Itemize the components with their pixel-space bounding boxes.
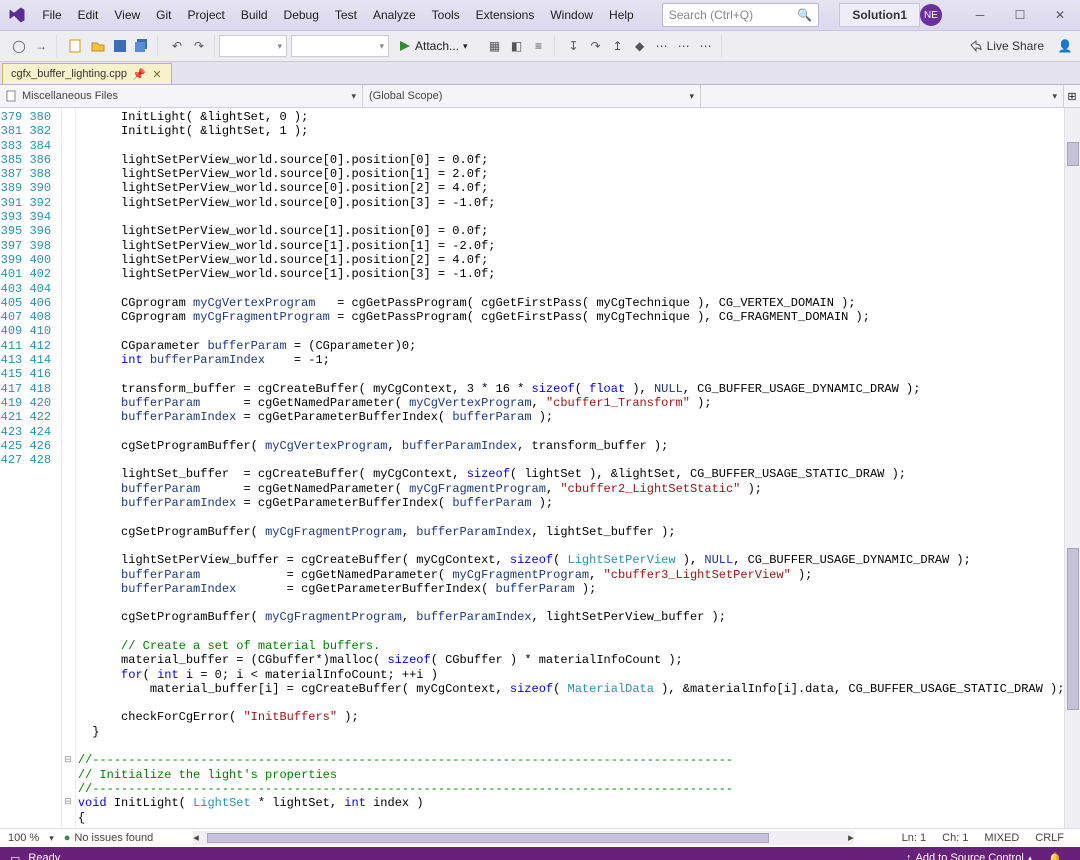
hscroll-thumb[interactable] bbox=[207, 833, 769, 843]
nav-member-dropdown[interactable]: ▾ bbox=[701, 85, 1064, 107]
minimize-button[interactable]: ─ bbox=[960, 0, 1000, 30]
zoom-level[interactable]: 100 % bbox=[8, 832, 39, 844]
vertical-scrollbar[interactable] bbox=[1064, 108, 1080, 828]
menu-git[interactable]: Git bbox=[148, 3, 179, 27]
document-tab-strip: cgfx_buffer_lighting.cpp 📌 ✕ bbox=[0, 62, 1080, 85]
main-menu: FileEditViewGitProjectBuildDebugTestAnal… bbox=[34, 3, 641, 27]
step-over-icon[interactable]: ↷ bbox=[585, 35, 607, 57]
code-area[interactable]: InitLight( &lightSet, 0 ); InitLight( &l… bbox=[76, 108, 1065, 828]
editor-status-line: 100 % ▾ ● No issues found ◂ ▸ Ln: 1 Ch: … bbox=[0, 828, 1080, 847]
play-icon bbox=[399, 40, 411, 52]
menu-debug[interactable]: Debug bbox=[276, 3, 327, 27]
source-control-label: Add to Source Control bbox=[916, 852, 1024, 860]
vs-logo-icon bbox=[6, 1, 28, 29]
menu-help[interactable]: Help bbox=[601, 3, 642, 27]
open-button[interactable] bbox=[87, 35, 109, 57]
menu-view[interactable]: View bbox=[106, 3, 148, 27]
liveshare-label: Live Share bbox=[987, 39, 1044, 53]
line-number-gutter: 379 380 381 382 383 384 385 386 387 388 … bbox=[0, 108, 62, 828]
indent-indicator[interactable]: MIXED bbox=[984, 832, 1019, 844]
search-input[interactable]: Search (Ctrl+Q) 🔍 bbox=[662, 3, 820, 27]
tb-icon-9[interactable]: ⋯ bbox=[695, 35, 717, 57]
tb-icon-3[interactable]: ≡ bbox=[528, 35, 550, 57]
issues-label[interactable]: No issues found bbox=[74, 832, 153, 844]
scroll-thumb[interactable] bbox=[1067, 548, 1079, 710]
undo-button[interactable]: ↶ bbox=[166, 35, 188, 57]
menu-test[interactable]: Test bbox=[327, 3, 365, 27]
pin-icon[interactable]: 📌 bbox=[133, 68, 145, 80]
title-bar: FileEditViewGitProjectBuildDebugTestAnal… bbox=[0, 0, 1080, 31]
saveall-button[interactable] bbox=[131, 35, 153, 57]
nav-back-button[interactable]: ◯ bbox=[8, 35, 30, 57]
redo-button[interactable]: ↷ bbox=[188, 35, 210, 57]
nav-fwd-button[interactable]: → bbox=[30, 35, 52, 57]
issues-ok-icon: ● bbox=[64, 832, 71, 844]
toolbar: ◯ → ↶ ↷ ▾ ▾ Attach... ▾ ▦ ◧ ≡ ↧ ↷ ↥ ◆ ⋯ … bbox=[0, 31, 1080, 62]
fold-handle[interactable]: ⊟ bbox=[64, 796, 72, 807]
menu-analyze[interactable]: Analyze bbox=[365, 3, 424, 27]
account-icon[interactable]: 👤 bbox=[1054, 35, 1076, 57]
liveshare-icon bbox=[969, 39, 983, 53]
step-out-icon[interactable]: ↥ bbox=[607, 35, 629, 57]
menu-window[interactable]: Window bbox=[542, 3, 601, 27]
tb-icon-2[interactable]: ◧ bbox=[506, 35, 528, 57]
menu-extensions[interactable]: Extensions bbox=[468, 3, 543, 27]
nav-project-label: Miscellaneous Files bbox=[22, 90, 118, 102]
tb-icon-1[interactable]: ▦ bbox=[484, 35, 506, 57]
close-button[interactable]: ✕ bbox=[1040, 0, 1080, 30]
bookmark-icon[interactable]: ◆ bbox=[629, 35, 651, 57]
status-bar: ▭ Ready ↑ Add to Source Control ▴ 🔔 bbox=[0, 847, 1080, 860]
line-indicator[interactable]: Ln: 1 bbox=[902, 832, 926, 844]
tb-icon-7[interactable]: ⋯ bbox=[651, 35, 673, 57]
menu-edit[interactable]: Edit bbox=[70, 3, 107, 27]
tb-icon-8[interactable]: ⋯ bbox=[673, 35, 695, 57]
document-tab[interactable]: cgfx_buffer_lighting.cpp 📌 ✕ bbox=[2, 63, 172, 84]
source-control-button[interactable]: ↑ Add to Source Control ▴ bbox=[898, 852, 1040, 860]
new-item-button[interactable] bbox=[65, 35, 87, 57]
search-icon: 🔍 bbox=[797, 8, 812, 22]
col-indicator[interactable]: Ch: 1 bbox=[942, 832, 968, 844]
nav-scope-label: (Global Scope) bbox=[369, 90, 442, 102]
maximize-button[interactable]: ☐ bbox=[1000, 0, 1040, 30]
config-dropdown[interactable]: ▾ bbox=[219, 35, 287, 57]
nav-scope-dropdown[interactable]: (Global Scope)▾ bbox=[363, 85, 701, 107]
save-button[interactable] bbox=[109, 35, 131, 57]
platform-dropdown[interactable]: ▾ bbox=[291, 35, 389, 57]
menu-project[interactable]: Project bbox=[180, 3, 233, 27]
attach-button[interactable]: Attach... ▾ bbox=[393, 39, 474, 53]
attach-label: Attach... bbox=[415, 39, 459, 53]
tab-close-icon[interactable]: ✕ bbox=[151, 68, 163, 80]
status-ready: Ready bbox=[20, 852, 68, 860]
lineend-indicator[interactable]: CRLF bbox=[1035, 832, 1064, 844]
outline-margin: ⊟⊟ bbox=[62, 108, 76, 828]
search-placeholder: Search (Ctrl+Q) bbox=[669, 8, 753, 22]
nav-project-dropdown[interactable]: Miscellaneous Files ▾ bbox=[0, 85, 363, 107]
document-tab-label: cgfx_buffer_lighting.cpp bbox=[11, 68, 127, 80]
notifications-icon[interactable]: 🔔 bbox=[1040, 852, 1070, 860]
fold-handle[interactable]: ⊟ bbox=[64, 754, 72, 765]
file-icon bbox=[6, 90, 18, 102]
code-editor[interactable]: 379 380 381 382 383 384 385 386 387 388 … bbox=[0, 108, 1080, 828]
solution-name[interactable]: Solution1 bbox=[839, 3, 920, 27]
split-icon[interactable]: ⊞ bbox=[1064, 90, 1080, 103]
nav-bar: Miscellaneous Files ▾ (Global Scope)▾ ▾ … bbox=[0, 85, 1080, 108]
horizontal-scrollbar[interactable]: ◂ ▸ bbox=[193, 831, 853, 845]
output-icon[interactable]: ▭ bbox=[10, 852, 20, 860]
liveshare-button[interactable]: Live Share bbox=[959, 39, 1054, 53]
avatar[interactable]: NE bbox=[920, 4, 942, 26]
scroll-marker bbox=[1067, 142, 1079, 166]
menu-tools[interactable]: Tools bbox=[424, 3, 468, 27]
menu-file[interactable]: File bbox=[34, 3, 69, 27]
menu-build[interactable]: Build bbox=[233, 3, 276, 27]
step-into-icon[interactable]: ↧ bbox=[563, 35, 585, 57]
plus-icon: ↑ bbox=[906, 852, 912, 860]
